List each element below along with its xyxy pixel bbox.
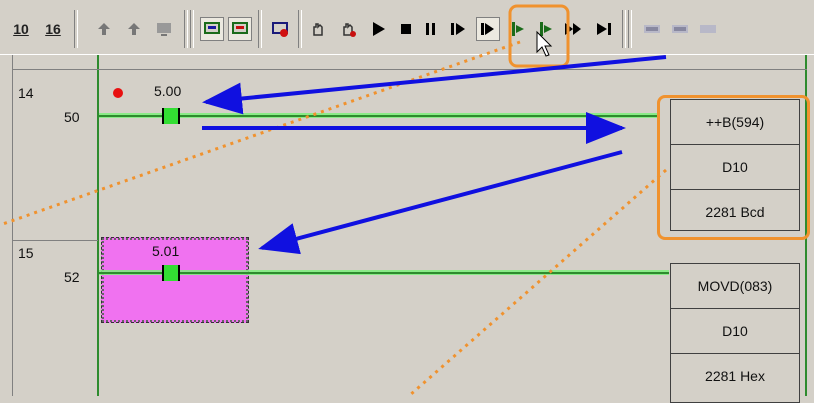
step-into-button[interactable] — [446, 17, 470, 41]
rung-number: 14 — [18, 85, 34, 101]
rung-address: 50 — [64, 109, 80, 125]
function-box-highlight — [657, 95, 810, 240]
skip-icon — [565, 23, 581, 35]
monitor-icon — [157, 23, 171, 36]
set-reset-icon — [343, 23, 356, 37]
step-back-button[interactable] — [506, 17, 530, 41]
operand-value: 2281 Hex — [705, 368, 765, 384]
contact-address: 5.00 — [154, 83, 182, 99]
hand-button[interactable] — [306, 17, 330, 41]
step-over-button[interactable] — [534, 17, 558, 41]
online-edit-icon — [204, 22, 220, 34]
monitor-button[interactable] — [152, 17, 176, 41]
skip-to-end-button[interactable] — [592, 17, 616, 41]
step-out-button[interactable] — [92, 17, 116, 41]
toolbar-separator — [190, 10, 194, 48]
transfer-button[interactable] — [228, 17, 252, 41]
pause-icon — [426, 23, 435, 35]
contact-address: 5.01 — [152, 243, 180, 259]
fast-forward-button[interactable] — [562, 17, 586, 41]
single-step-button[interactable] — [476, 17, 500, 41]
move-digit-block[interactable]: MOVD(083) D10 2281 Hex — [670, 263, 800, 403]
decimal-display-icon: 10 — [13, 21, 29, 37]
step-into-icon — [451, 23, 465, 35]
force-button[interactable] — [268, 17, 292, 41]
contact-5-01[interactable] — [162, 265, 180, 281]
step-out-icon — [98, 23, 110, 35]
set-reset-button[interactable] — [336, 17, 360, 41]
continuous-step-icon — [540, 22, 552, 36]
header-divider — [12, 69, 807, 70]
gutter-border — [12, 55, 13, 396]
rung-address: 52 — [64, 269, 80, 285]
transfer-icon — [232, 22, 248, 34]
watch3-icon — [700, 25, 716, 33]
toolbar-separator — [628, 10, 632, 48]
online-edit-button[interactable] — [200, 17, 224, 41]
contact-5-00[interactable] — [162, 108, 180, 124]
operand: D10 — [671, 309, 799, 354]
toolbar: 10 16 — [0, 0, 814, 55]
rung-line — [99, 272, 669, 274]
watch2-button[interactable] — [668, 17, 692, 41]
hand-icon — [313, 23, 323, 36]
toolbar-separator — [74, 10, 78, 48]
watch-button[interactable] — [640, 17, 664, 41]
hex-display-icon: 16 — [45, 21, 61, 37]
toolbar-separator — [184, 10, 188, 48]
rung-line — [99, 115, 659, 117]
run-icon — [373, 22, 385, 36]
watch2-icon — [672, 25, 688, 33]
single-step-icon — [481, 23, 494, 35]
rung-divider — [12, 240, 98, 241]
skip-to-end-icon — [597, 23, 611, 35]
decimal-display-button[interactable]: 10 — [8, 17, 34, 41]
rung-number: 15 — [18, 245, 34, 261]
instruction-name: MOVD(083) — [671, 264, 799, 309]
left-power-rail — [97, 55, 99, 396]
stop-icon — [401, 24, 411, 34]
toolbar-separator — [622, 10, 626, 48]
toolbar-separator — [298, 10, 302, 48]
watch3-button[interactable] — [696, 17, 720, 41]
step-in-button[interactable] — [122, 17, 146, 41]
step-in-icon — [128, 23, 140, 35]
watch-icon — [644, 25, 660, 33]
step-back-icon — [512, 22, 524, 36]
force-indicator — [113, 88, 123, 98]
toolbar-separator — [258, 10, 262, 48]
ladder-editor[interactable]: 14 50 5.00 ++B(594) D10 2281 Bcd 15 52 5… — [0, 54, 814, 403]
force-icon — [272, 22, 288, 37]
stop-button[interactable] — [394, 17, 418, 41]
run-button[interactable] — [366, 17, 390, 41]
pause-button[interactable] — [418, 17, 442, 41]
hex-display-button[interactable]: 16 — [40, 17, 66, 41]
